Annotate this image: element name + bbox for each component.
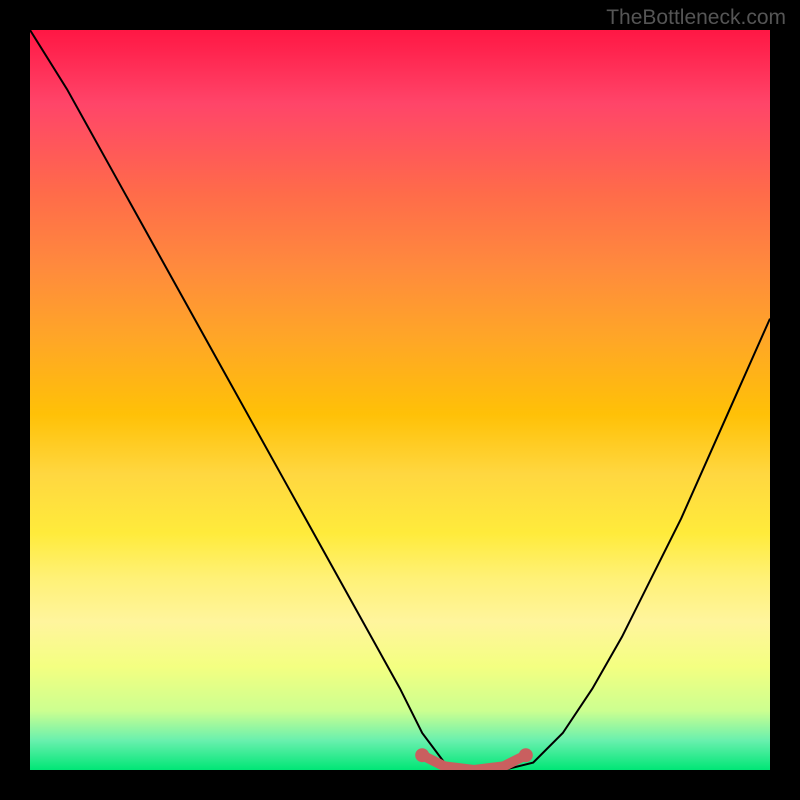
- optimal-zone-dot: [519, 748, 533, 762]
- frame-right: [770, 0, 800, 800]
- optimal-zone-marker: [422, 755, 526, 770]
- chart-container: TheBottleneck.com: [0, 0, 800, 800]
- curve-svg: [30, 30, 770, 770]
- frame-left: [0, 0, 30, 800]
- watermark-text: TheBottleneck.com: [606, 6, 786, 30]
- bottleneck-curve: [30, 30, 770, 770]
- plot-area: [30, 30, 770, 770]
- frame-bottom: [0, 770, 800, 800]
- optimal-zone-dot: [415, 748, 429, 762]
